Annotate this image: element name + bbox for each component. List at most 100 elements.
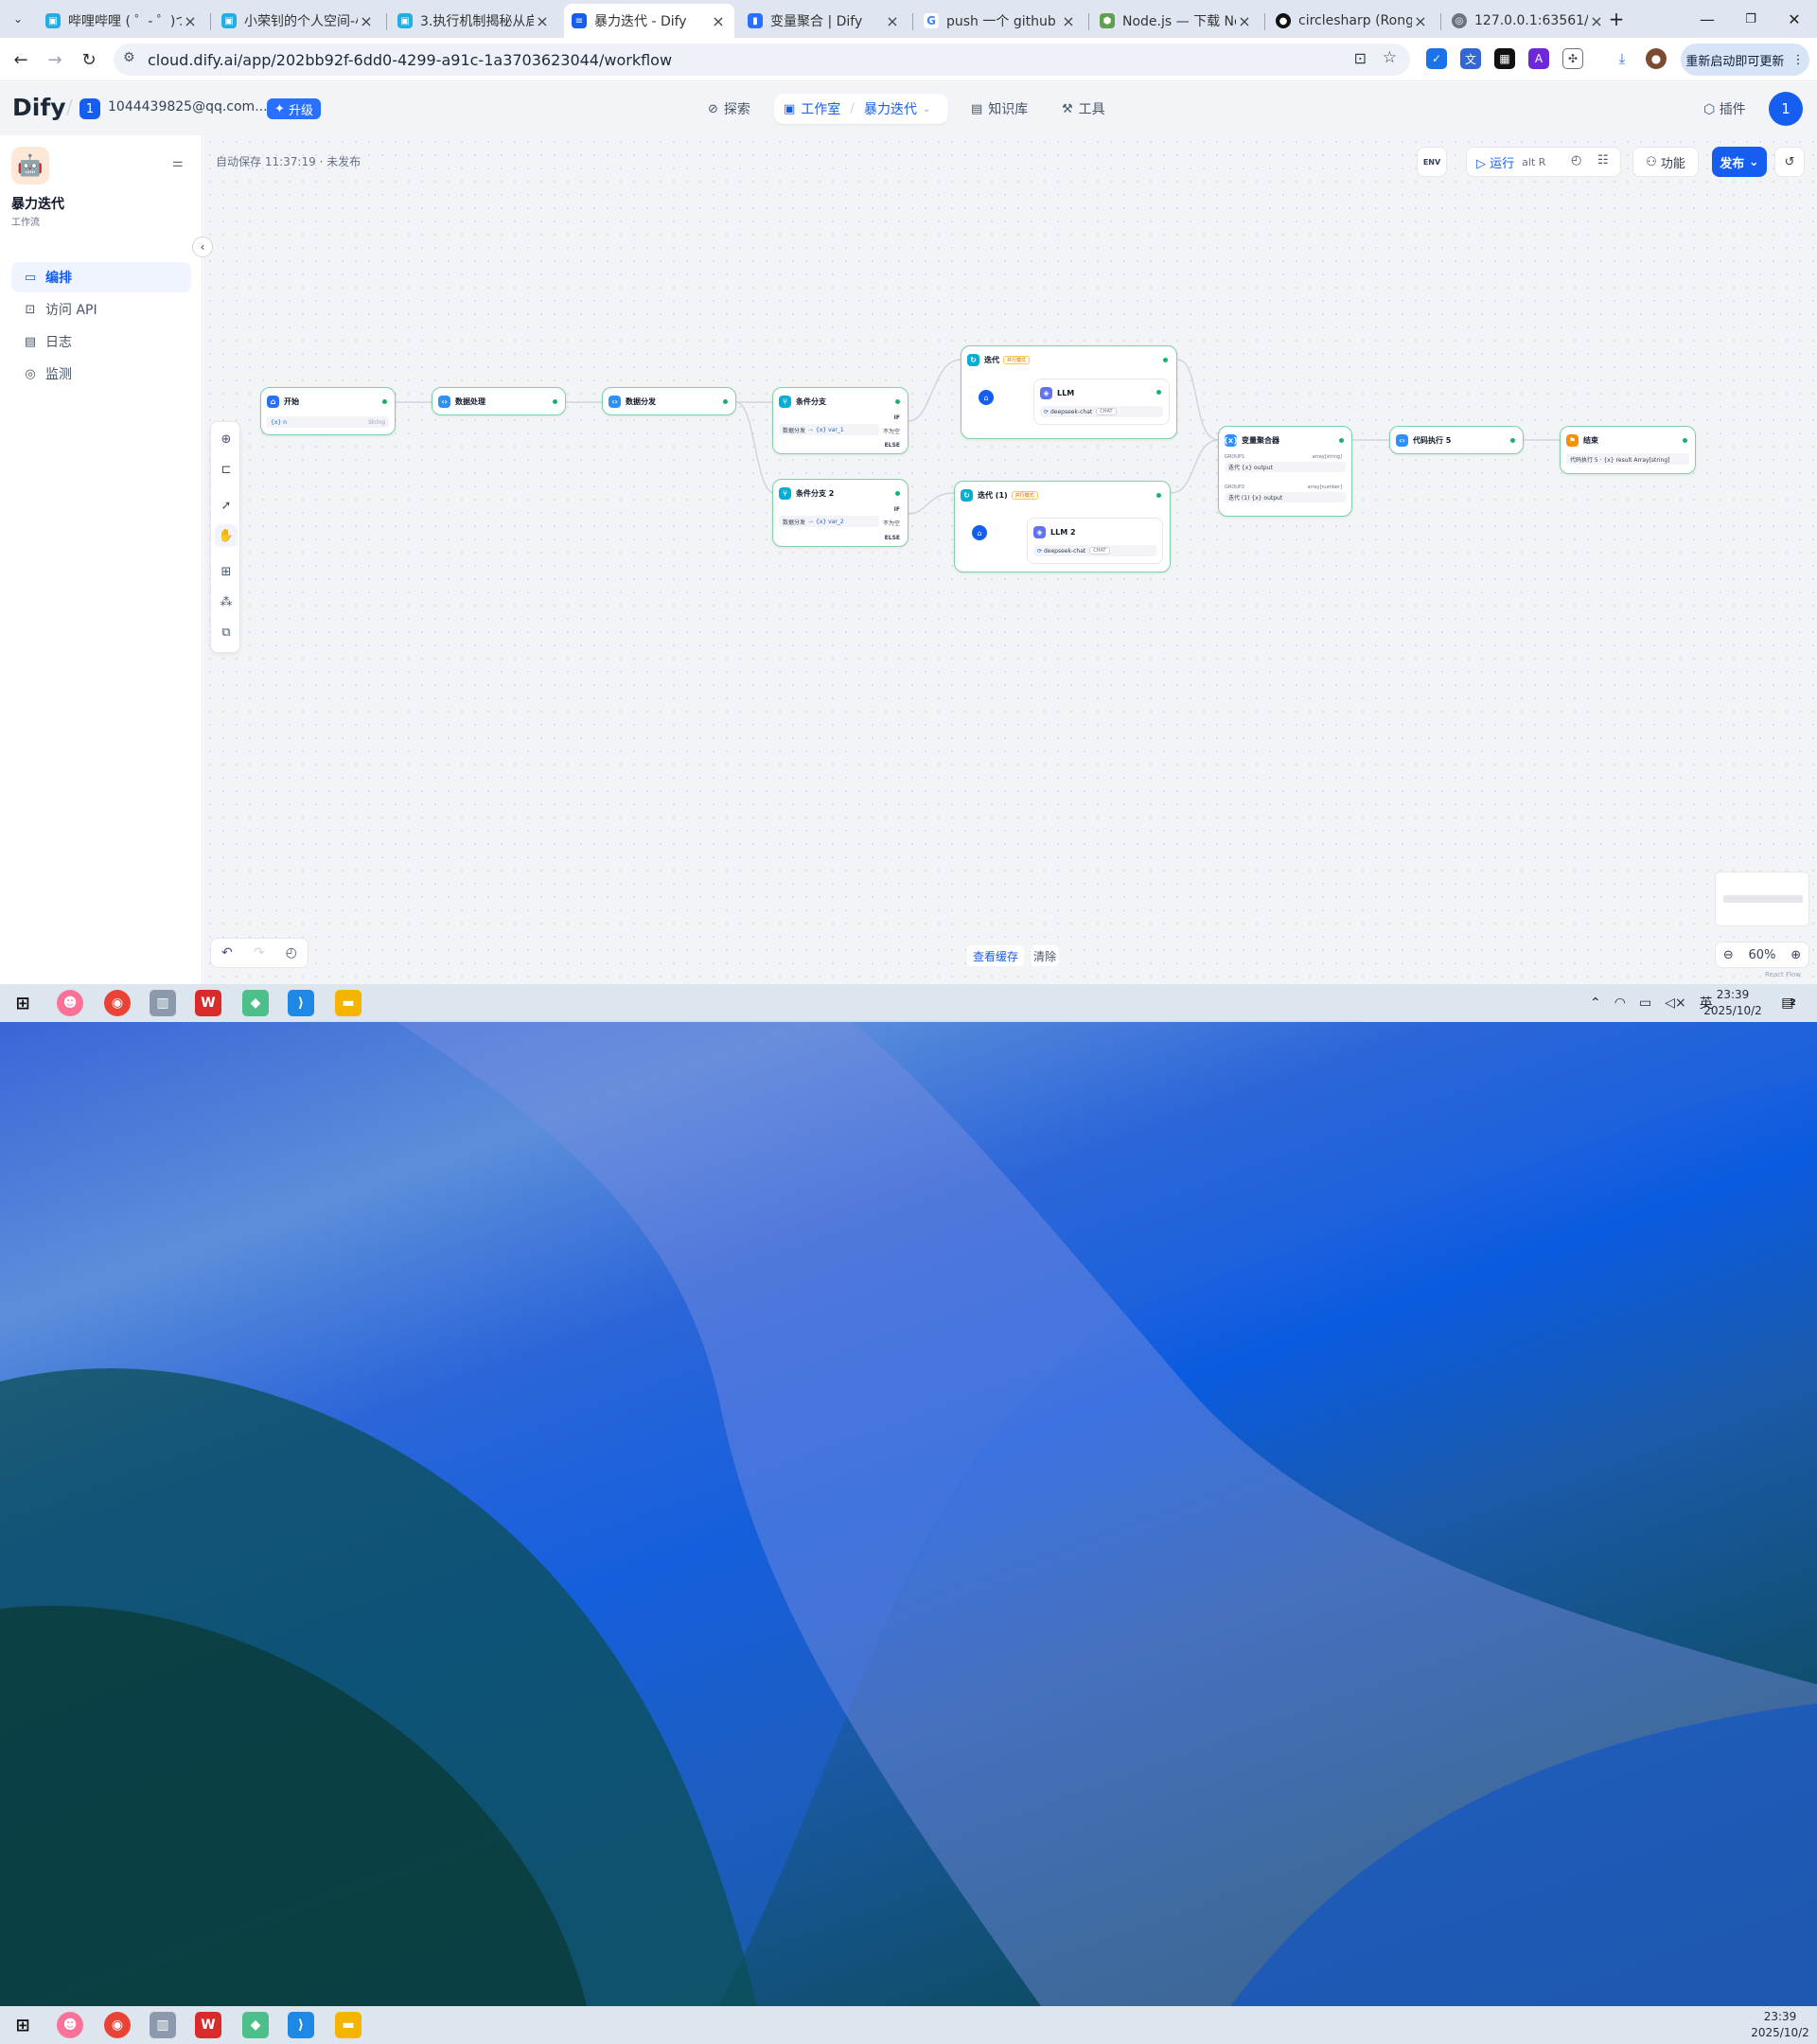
node-if-branch-2[interactable]: ⑂ 条件分支 2 IF 数据分发 → {x} var_2 不为空 ELSE [772, 479, 908, 547]
node-iteration-1[interactable]: ↻ 迭代 并行模式 ⌂ ◈ LLM ⟳ deepseek-chat CHAT [961, 345, 1177, 439]
close-tab-icon[interactable]: × [1236, 12, 1253, 30]
vscode-app-icon[interactable]: ⟩ [288, 990, 314, 1016]
tab-nodejs[interactable]: ⬢ Node.js — 下载 No × [1092, 4, 1261, 38]
node-start[interactable]: ⌂ 开始 {x} n String [260, 387, 396, 435]
new-tab-button[interactable]: + [1601, 6, 1632, 32]
nav-tools[interactable]: ⚒ 工具 [1052, 94, 1115, 124]
history-icon[interactable]: ◴ [286, 945, 297, 960]
bilibili-app-icon[interactable]: ☻ [57, 2012, 83, 2038]
taskbar-clock[interactable]: 23:39 2025/10/2 [1700, 987, 1766, 1019]
wps-app-icon[interactable]: W [195, 2012, 221, 2038]
relaunch-update-button[interactable]: 重新启动即可更新 ⋮ [1681, 44, 1809, 76]
bookmark-star-icon[interactable]: ☆ [1383, 48, 1397, 67]
sidebar-item-monitor[interactable]: ◎ 监测 [11, 359, 191, 389]
tab-search-button[interactable]: ⌄ [6, 8, 30, 30]
chrome-app-icon[interactable]: ◉ [104, 990, 131, 1016]
vscode-app-icon[interactable]: ⟩ [288, 2012, 314, 2038]
nav-knowledge[interactable]: ▤ 知识库 [961, 94, 1037, 124]
pycharm-app-icon[interactable]: ◆ [242, 990, 269, 1016]
clear-cache-button[interactable]: 清除 [1031, 945, 1059, 966]
tab-bilibili-3[interactable]: ▣ 3.执行机制揭秘从启 × [390, 4, 558, 38]
extensions-puzzle-icon[interactable]: ✣ [1562, 48, 1583, 69]
workspace-switcher[interactable]: 1044439825@qq.com... ⌄ [108, 99, 283, 115]
close-tab-icon[interactable]: × [534, 12, 551, 30]
node-llm[interactable]: ◈ LLM ⟳ deepseek-chat CHAT [1033, 379, 1170, 425]
zoom-out-icon[interactable]: ⊖ [1723, 948, 1734, 962]
current-app-crumb[interactable]: 暴力迭代 [864, 99, 917, 118]
battery-icon[interactable]: ▭ [1639, 996, 1651, 1011]
address-bar[interactable]: ⚙ cloud.dify.ai/app/202bb92f-6dd0-4299-a… [114, 44, 1410, 76]
downloads-icon[interactable]: ⤓ [1612, 48, 1632, 69]
undo-icon[interactable]: ↶ [221, 945, 233, 960]
network-icon[interactable]: ◠ [1614, 996, 1626, 1011]
extension-a-icon[interactable]: A [1528, 48, 1549, 69]
plugins-button[interactable]: ⬡ 插件 [1703, 99, 1746, 118]
file-explorer-app-icon[interactable]: ▬ [335, 990, 362, 1016]
tab-localhost[interactable]: ◎ 127.0.0.1:63561/?co × [1444, 4, 1613, 38]
close-tab-icon[interactable]: × [710, 12, 727, 30]
node-split[interactable]: ‹› 数据分发 [602, 387, 736, 415]
close-tab-icon[interactable]: × [884, 12, 901, 30]
close-tab-icon[interactable]: × [358, 12, 375, 30]
volume-muted-icon[interactable]: ◁× [1665, 996, 1686, 1011]
upgrade-button[interactable]: ✦ 升级 [267, 98, 322, 119]
profile-avatar[interactable]: ● [1646, 48, 1667, 69]
workflow-canvas[interactable]: 自动保存 11:37:19 · 未发布 ENV ▷ 运行 alt R ◴ ☷ ⚇… [203, 135, 1817, 984]
node-variable-aggregator[interactable]: {x} 变量聚合器 GROUP1 array[string] 迭代 {x} out… [1218, 426, 1352, 517]
windows-start-icon[interactable]: ⊞ [9, 2012, 36, 2038]
back-button[interactable]: ← [8, 46, 34, 73]
minimize-button[interactable]: — [1686, 6, 1728, 32]
extension-google-translate-icon[interactable]: 文 [1460, 48, 1481, 69]
sidebar-settings-icon[interactable]: ⚌ [172, 156, 184, 170]
user-avatar[interactable]: 1 [1769, 92, 1803, 126]
react-flow-attribution[interactable]: React Flow [1765, 971, 1801, 978]
bilibili-app-icon[interactable]: ☻ [57, 990, 83, 1016]
close-window-button[interactable]: ✕ [1773, 6, 1815, 32]
redo-icon[interactable]: ↷ [254, 945, 265, 960]
zoom-level[interactable]: 60% [1749, 948, 1776, 962]
tab-dify-active[interactable]: ≡ 暴力迭代 - Dify × [564, 4, 734, 38]
photos-app-icon[interactable]: ▥ [150, 2012, 176, 2038]
forward-button[interactable]: → [42, 46, 68, 73]
photos-app-icon[interactable]: ▥ [150, 990, 176, 1016]
site-info-icon[interactable]: ⚙ [123, 50, 135, 65]
sidebar-item-orchestrate[interactable]: ▭ 编排 [11, 262, 191, 292]
tab-github[interactable]: ● circlesharp (Rongzh × [1268, 4, 1437, 38]
pycharm-app-icon[interactable]: ◆ [242, 2012, 269, 2038]
reload-button[interactable]: ↻ [76, 46, 102, 73]
file-explorer-app-icon[interactable]: ▬ [335, 2012, 362, 2038]
close-tab-icon[interactable]: × [182, 12, 199, 30]
node-end[interactable]: ⚑ 结束 代码执行 5 · {x} result Array[string] [1560, 426, 1696, 474]
node-iteration-2[interactable]: ↻ 迭代 (1) 并行模式 ⌂ ◈ LLM 2 ⟳ deepseek-chat CHAT [954, 481, 1171, 573]
browser-toolbar: ← → ↻ ⚙ cloud.dify.ai/app/202bb92f-6dd0-… [0, 38, 1817, 81]
nav-studio[interactable]: ▣ 工作室 / 暴力迭代 ⌄ [774, 94, 948, 124]
dify-logo[interactable]: Dify [12, 94, 66, 121]
restore-button[interactable]: ❐ [1730, 6, 1772, 32]
windows-start-icon[interactable]: ⊞ [9, 990, 36, 1016]
tab-bilibili-2[interactable]: ▣ 小荣钊的个人空间-小 × [214, 4, 382, 38]
close-tab-icon[interactable]: × [1060, 12, 1077, 30]
view-cache-button[interactable]: 查看缓存 [967, 945, 1024, 966]
install-app-icon[interactable]: ⊡ [1354, 49, 1367, 67]
nav-explore[interactable]: ⊘ 探索 [698, 94, 760, 124]
close-tab-icon[interactable]: × [1412, 12, 1429, 30]
tab-bilibili-1[interactable]: ▣ 哔哩哔哩 ( ゜- ゜)つロ × [38, 4, 206, 38]
wps-app-icon[interactable]: W [195, 990, 221, 1016]
node-llm-2[interactable]: ◈ LLM 2 ⟳ deepseek-chat CHAT [1027, 518, 1163, 564]
sidebar-item-api[interactable]: ⊡ 访问 API [11, 294, 191, 325]
taskbar-clock-2[interactable]: 23:39 2025/10/2 [1747, 2009, 1813, 2041]
chrome-app-icon[interactable]: ◉ [104, 2012, 131, 2038]
extension-store-icon[interactable]: ▦ [1494, 48, 1515, 69]
minimap[interactable] [1715, 872, 1809, 926]
tab-dify-docs[interactable]: ▮ 变量聚合 | Dify × [740, 4, 908, 38]
tab-google[interactable]: G push 一个 github 添 × [916, 4, 1085, 38]
node-code-5[interactable]: ‹› 代码执行 5 [1389, 426, 1524, 454]
tray-overflow-icon[interactable]: ⌃ [1590, 996, 1601, 1011]
node-if-branch-1[interactable]: ⑂ 条件分支 IF 数据分发 → {x} var_1 不为空 ELSE [772, 387, 908, 454]
extension-translate-icon[interactable]: ✓ [1426, 48, 1447, 69]
node-preprocess[interactable]: ‹› 数据处理 [432, 387, 566, 415]
zoom-in-icon[interactable]: ⊕ [1791, 948, 1801, 962]
notification-icon[interactable]: ▤ 2 [1775, 990, 1802, 1016]
sidebar-item-logs[interactable]: ▤ 日志 [11, 326, 191, 357]
collapse-sidebar-button[interactable]: ‹ [192, 237, 213, 257]
